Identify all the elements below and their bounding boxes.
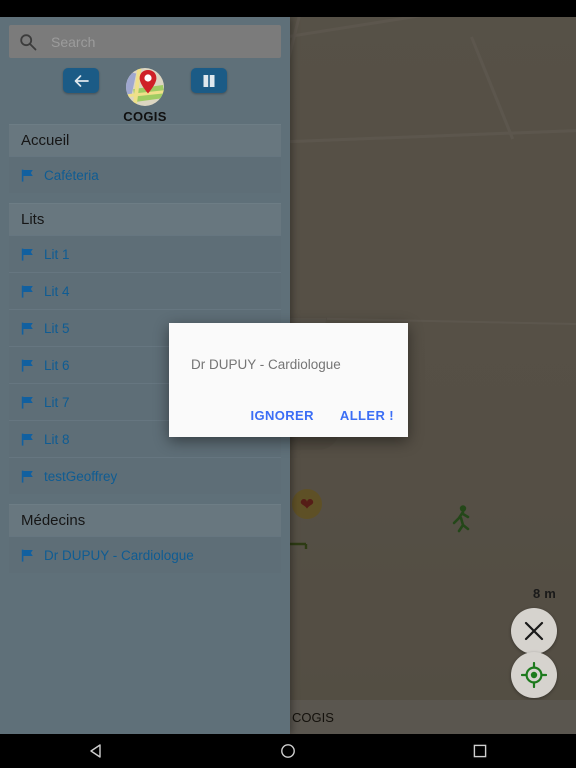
status-bar bbox=[0, 0, 576, 17]
drawer-header: COGIS bbox=[0, 58, 290, 124]
list-item-label: Lit 1 bbox=[44, 246, 70, 262]
list-item[interactable]: Lit 4 bbox=[9, 272, 281, 309]
drawer-section: Médecins Dr DUPUY - Cardiologue bbox=[9, 504, 281, 573]
flag-icon bbox=[21, 359, 34, 372]
list-item-label: Lit 5 bbox=[44, 320, 70, 336]
android-home-button[interactable] bbox=[258, 734, 318, 768]
confirmation-dialog: Dr DUPUY - Cardiologue IGNORER ALLER ! bbox=[169, 323, 408, 437]
list-item[interactable]: Dr DUPUY - Cardiologue bbox=[9, 536, 281, 573]
close-x-icon bbox=[524, 621, 544, 641]
my-location-icon bbox=[521, 662, 547, 688]
app-logo[interactable]: COGIS bbox=[113, 68, 177, 124]
list-item-label: Lit 8 bbox=[44, 431, 70, 447]
arrow-left-icon bbox=[74, 74, 89, 87]
android-back-icon bbox=[90, 744, 101, 758]
back-button[interactable] bbox=[63, 68, 99, 93]
flag-icon bbox=[21, 470, 34, 483]
search-input[interactable]: Search bbox=[51, 34, 95, 50]
my-location-button[interactable] bbox=[511, 652, 557, 698]
list-item-label: testGeoffrey bbox=[44, 468, 118, 484]
android-home-icon bbox=[281, 744, 295, 758]
confirm-button[interactable]: ALLER ! bbox=[340, 408, 394, 423]
search-icon bbox=[19, 33, 37, 51]
list-item[interactable]: testGeoffrey bbox=[9, 457, 281, 494]
section-header: Lits bbox=[9, 204, 281, 235]
dismiss-button[interactable]: IGNORER bbox=[250, 408, 313, 423]
flag-icon bbox=[21, 396, 34, 409]
flag-icon bbox=[21, 248, 34, 261]
list-item-label: Lit 4 bbox=[44, 283, 70, 299]
map-button[interactable] bbox=[191, 68, 227, 93]
section-header: Accueil bbox=[9, 125, 281, 156]
search-field[interactable]: Search bbox=[9, 25, 281, 58]
dialog-actions: IGNORER ALLER ! bbox=[250, 408, 394, 423]
app-title: COGIS bbox=[123, 109, 167, 124]
list-item-label: Dr DUPUY - Cardiologue bbox=[44, 547, 194, 563]
screen-root: ❤ 8 m bbox=[0, 0, 576, 768]
list-item-label: Lit 7 bbox=[44, 394, 70, 410]
map-pin-logo-icon bbox=[126, 68, 164, 106]
flag-icon bbox=[21, 433, 34, 446]
drawer-section: Accueil Caféteria bbox=[9, 124, 281, 193]
map-book-icon bbox=[203, 74, 215, 87]
section-header: Médecins bbox=[9, 505, 281, 536]
dialog-message: Dr DUPUY - Cardiologue bbox=[191, 357, 341, 372]
flag-icon bbox=[21, 285, 34, 298]
flag-icon bbox=[21, 169, 34, 182]
android-recents-icon bbox=[473, 744, 487, 758]
flag-icon bbox=[21, 549, 34, 562]
list-item[interactable]: Lit 1 bbox=[9, 235, 281, 272]
list-item-label: Lit 6 bbox=[44, 357, 70, 373]
close-button[interactable] bbox=[511, 608, 557, 654]
android-recents-button[interactable] bbox=[450, 734, 510, 768]
list-item-label: Caféteria bbox=[44, 167, 99, 183]
bottom-app-bar-label: COGIS bbox=[292, 709, 334, 725]
flag-icon bbox=[21, 322, 34, 335]
list-item[interactable]: Caféteria bbox=[9, 156, 281, 193]
android-navigation-bar bbox=[0, 734, 576, 768]
map-scale-label: 8 m bbox=[532, 586, 556, 601]
android-back-button[interactable] bbox=[66, 734, 126, 768]
